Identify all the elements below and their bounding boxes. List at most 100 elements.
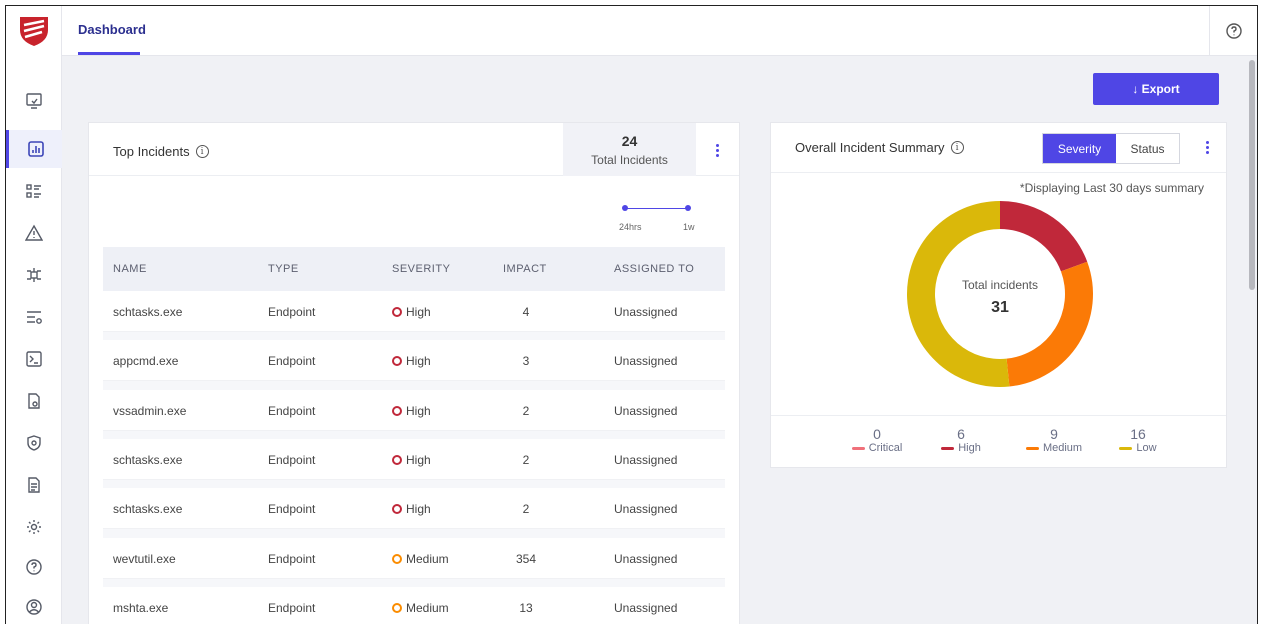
legend-high[interactable]: 6 High [926,426,996,454]
sidebar-item-filters[interactable] [6,298,62,336]
help-icon [1225,23,1242,39]
info-icon[interactable]: i [195,145,209,158]
legend-critical-value: 0 [873,426,881,442]
slider-handle-end[interactable] [685,205,691,211]
severity-status-toggle[interactable]: Severity Status [1042,133,1180,164]
column-header-impact[interactable]: IMPACT [503,263,547,275]
sidebar-item-security[interactable] [6,424,62,462]
severity-text: High [406,502,431,517]
legend-low-value: 16 [1130,426,1146,442]
severity-text: High [406,403,431,418]
top-incidents-header: Top Incidents i 24 Total Incidents [89,123,739,176]
cell-name: schtasks.exe [113,305,183,319]
sidebar-item-help[interactable] [6,548,62,586]
cell-severity: High [392,305,431,319]
top-incidents-more-icon[interactable] [707,140,727,160]
brand-logo-icon[interactable] [16,14,52,48]
sidebar-item-reports[interactable] [6,466,62,504]
table-row[interactable]: vssadmin.exe Endpoint High 2 Unassigned [103,389,725,431]
gear-icon [27,520,41,534]
cell-type: Endpoint [268,452,316,467]
sidebar-item-dashboard[interactable] [6,130,62,168]
table-row[interactable]: wevtutil.exe Endpoint Medium 354 Unassigned [103,537,725,579]
top-bar: Dashboard [62,6,1257,56]
cell-type: Endpoint [268,305,316,319]
help-button[interactable] [1209,6,1257,56]
severity-legend: 0 Critical 6 High 9 Medium 16 Low [771,415,1226,469]
table-row[interactable]: schtasks.exe Endpoint High 2 Unassigned [103,488,725,530]
legend-medium-value: 9 [1050,426,1058,442]
cell-name: schtasks.exe [113,502,183,517]
severity-donut-chart: Total incidents 31 [906,201,1093,387]
sidebar-item-settings[interactable] [6,508,62,546]
slider-handle-start[interactable] [622,205,628,211]
incidents-table-header: NAME TYPE SEVERITY IMPACT ASSIGNED TO [103,247,725,291]
sidebar-item-terminal[interactable] [6,340,62,378]
active-tab-indicator [78,52,140,55]
table-row[interactable]: appcmd.exe Endpoint High 3 Unassigned [103,340,725,382]
export-button[interactable]: ↓ Export [1093,73,1219,105]
legend-high-swatch [941,446,955,450]
severity-text: High [406,452,431,467]
cell-name: wevtutil.exe [113,551,176,566]
file-lock-icon [28,393,40,409]
page-scrollbar[interactable] [1247,56,1257,624]
sidebar-item-files[interactable] [6,382,62,420]
toggle-severity-button[interactable]: Severity [1043,134,1116,163]
tab-dashboard[interactable]: Dashboard [78,22,146,37]
cell-severity: High [392,404,431,418]
column-header-assigned[interactable]: ASSIGNED TO [614,263,694,275]
sidebar-item-list[interactable] [6,172,62,210]
table-row[interactable]: mshta.exe Endpoint Medium 13 Unassigned [103,586,725,624]
column-header-name[interactable]: NAME [113,263,147,275]
filter-settings-icon [27,311,42,324]
donut-slice-low[interactable] [906,201,1010,387]
info-icon[interactable]: i [950,141,964,154]
cell-name: schtasks.exe [113,452,183,467]
donut-slice-high[interactable] [1000,201,1088,272]
table-row[interactable]: schtasks.exe Endpoint High 4 Unassigned [103,291,725,332]
user-profile-icon [26,599,42,615]
severity-text: High [406,305,431,319]
severity-text: Medium [406,551,449,566]
cell-impact: 2 [522,502,530,517]
warning-icon [25,224,43,241]
document-icon [28,477,40,493]
sidebar-item-alerts[interactable] [6,214,62,252]
sidebar-item-monitor[interactable] [6,82,62,120]
severity-indicator-icon [392,504,402,515]
legend-low[interactable]: 16 Low [1103,426,1173,454]
column-header-type[interactable]: TYPE [268,263,299,275]
incident-summary-header: Overall Incident Summary i Severity Stat… [771,123,1226,173]
incident-summary-title: Overall Incident Summary i [795,140,964,155]
severity-text: Medium [406,600,449,615]
cell-type: Endpoint [268,600,316,615]
help-icon [26,559,42,575]
column-header-severity[interactable]: SEVERITY [392,263,450,275]
cell-severity: High [392,502,431,516]
severity-indicator-icon [392,454,402,465]
cell-severity: High [392,354,431,368]
legend-high-value: 6 [957,426,965,442]
list-view-icon [26,184,41,198]
time-range-slider[interactable]: 24hrs 1w [619,205,719,235]
summary-more-icon[interactable] [1197,137,1217,157]
cell-severity: Medium [392,601,449,615]
cell-assigned: Unassigned [614,600,678,615]
sidebar-item-network[interactable] [6,256,62,294]
shield-icon [27,435,41,451]
app-frame: Dashboard ↓ Export Top Incidents i 24 To… [5,5,1258,624]
cell-type: Endpoint [268,502,316,517]
sidebar-item-profile[interactable] [6,588,62,624]
top-incidents-card: Top Incidents i 24 Total Incidents 24hrs… [88,122,740,624]
legend-medium[interactable]: 9 Medium [1019,426,1089,454]
cell-impact: 13 [519,600,533,615]
toggle-status-button[interactable]: Status [1116,134,1179,163]
cell-assigned: Unassigned [614,305,678,319]
network-grid-icon [27,268,41,282]
table-row[interactable]: schtasks.exe Endpoint High 2 Unassigned [103,438,725,480]
scrollbar-thumb[interactable] [1249,60,1255,290]
legend-critical[interactable]: 0 Critical [842,426,912,454]
cell-type: Endpoint [268,551,316,566]
top-incidents-title-text: Top Incidents [113,144,190,159]
